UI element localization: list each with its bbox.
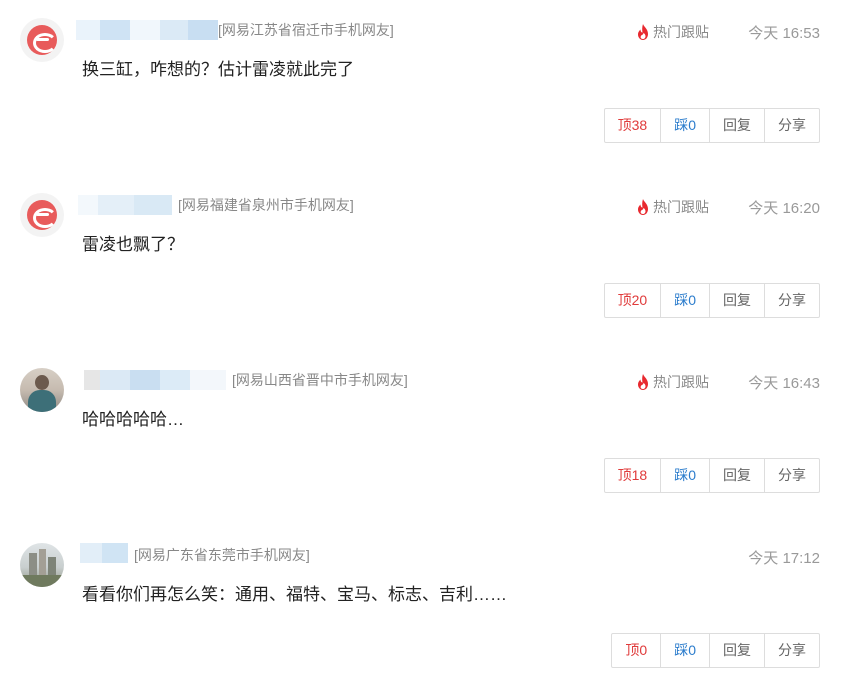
user-location: [网易江苏省宿迁市手机网友] bbox=[218, 22, 394, 38]
hot-follow-label: 热门跟贴 bbox=[653, 199, 709, 215]
comment-actions: 顶18 踩0 回复 分享 bbox=[603, 458, 820, 493]
upvote-button[interactable]: 顶38 bbox=[605, 109, 661, 142]
share-button[interactable]: 分享 bbox=[764, 284, 819, 317]
flame-icon bbox=[638, 199, 648, 215]
user-avatar[interactable] bbox=[20, 193, 64, 237]
hot-follow-badge: 热门跟贴 bbox=[636, 197, 709, 217]
comment-content: 雷凌也飘了？ bbox=[82, 235, 184, 254]
comment-content: 哈哈哈哈哈… bbox=[82, 410, 184, 429]
hot-follow-badge: 热门跟贴 bbox=[636, 372, 709, 392]
comment-actions: 顶38 踩0 回复 分享 bbox=[603, 108, 820, 143]
comment-content: 看看你们再怎么笑：通用、福特、宝马、标志、吉利…… bbox=[82, 585, 507, 604]
avatar-head bbox=[35, 375, 49, 390]
username-blurred[interactable] bbox=[76, 20, 218, 40]
netease-logo-icon bbox=[27, 25, 57, 55]
reply-button[interactable]: 回复 bbox=[709, 634, 764, 667]
downvote-button[interactable]: 踩0 bbox=[660, 459, 709, 492]
downvote-button[interactable]: 踩0 bbox=[660, 109, 709, 142]
comment-time: 今天 17:12 bbox=[748, 550, 820, 567]
reply-button[interactable]: 回复 bbox=[709, 284, 764, 317]
hot-follow-label: 热门跟贴 bbox=[653, 24, 709, 40]
upvote-button[interactable]: 顶18 bbox=[605, 459, 661, 492]
downvote-button[interactable]: 踩0 bbox=[660, 284, 709, 317]
hot-follow-badge: 热门跟贴 bbox=[636, 22, 709, 42]
avatar-body bbox=[28, 390, 56, 412]
comment-content: 换三缸，咋想的？估计雷凌就此完了 bbox=[82, 60, 354, 79]
comment-item: [网易江苏省宿迁市手机网友] 热门跟贴 今天 16:53 换三缸，咋想的？估计雷… bbox=[0, 0, 858, 175]
comment-time: 今天 16:20 bbox=[748, 200, 820, 217]
comment-item: [网易广东省东莞市手机网友] 今天 17:12 看看你们再怎么笑：通用、福特、宝… bbox=[0, 525, 858, 677]
share-button[interactable]: 分享 bbox=[764, 634, 819, 667]
user-location: [网易广东省东莞市手机网友] bbox=[134, 547, 310, 563]
comment-item: [网易山西省晋中市手机网友] 热门跟贴 今天 16:43 哈哈哈哈哈… 顶18 … bbox=[0, 350, 858, 525]
comment-actions: 顶0 踩0 回复 分享 bbox=[611, 633, 820, 668]
comment-time: 今天 16:43 bbox=[748, 375, 820, 392]
hot-follow-label: 热门跟贴 bbox=[653, 374, 709, 390]
user-location: [网易福建省泉州市手机网友] bbox=[178, 197, 354, 213]
downvote-button[interactable]: 踩0 bbox=[660, 634, 709, 667]
user-avatar[interactable] bbox=[20, 543, 64, 587]
share-button[interactable]: 分享 bbox=[764, 459, 819, 492]
username-blurred[interactable] bbox=[84, 370, 226, 390]
user-location: [网易山西省晋中市手机网友] bbox=[232, 372, 408, 388]
comment-actions: 顶20 踩0 回复 分享 bbox=[603, 283, 820, 318]
reply-button[interactable]: 回复 bbox=[709, 459, 764, 492]
comment-item: [网易福建省泉州市手机网友] 热门跟贴 今天 16:20 雷凌也飘了？ 顶20 … bbox=[0, 175, 858, 350]
share-button[interactable]: 分享 bbox=[764, 109, 819, 142]
flame-icon bbox=[638, 374, 648, 390]
avatar-ground bbox=[20, 575, 64, 587]
user-avatar[interactable] bbox=[20, 18, 64, 62]
username-blurred[interactable] bbox=[78, 195, 172, 215]
comment-time: 今天 16:53 bbox=[748, 25, 820, 42]
upvote-button[interactable]: 顶20 bbox=[605, 284, 661, 317]
user-avatar[interactable] bbox=[20, 368, 64, 412]
flame-icon bbox=[638, 24, 648, 40]
netease-logo-icon bbox=[27, 200, 57, 230]
username-blurred[interactable] bbox=[80, 543, 128, 563]
reply-button[interactable]: 回复 bbox=[709, 109, 764, 142]
upvote-button[interactable]: 顶0 bbox=[612, 634, 660, 667]
